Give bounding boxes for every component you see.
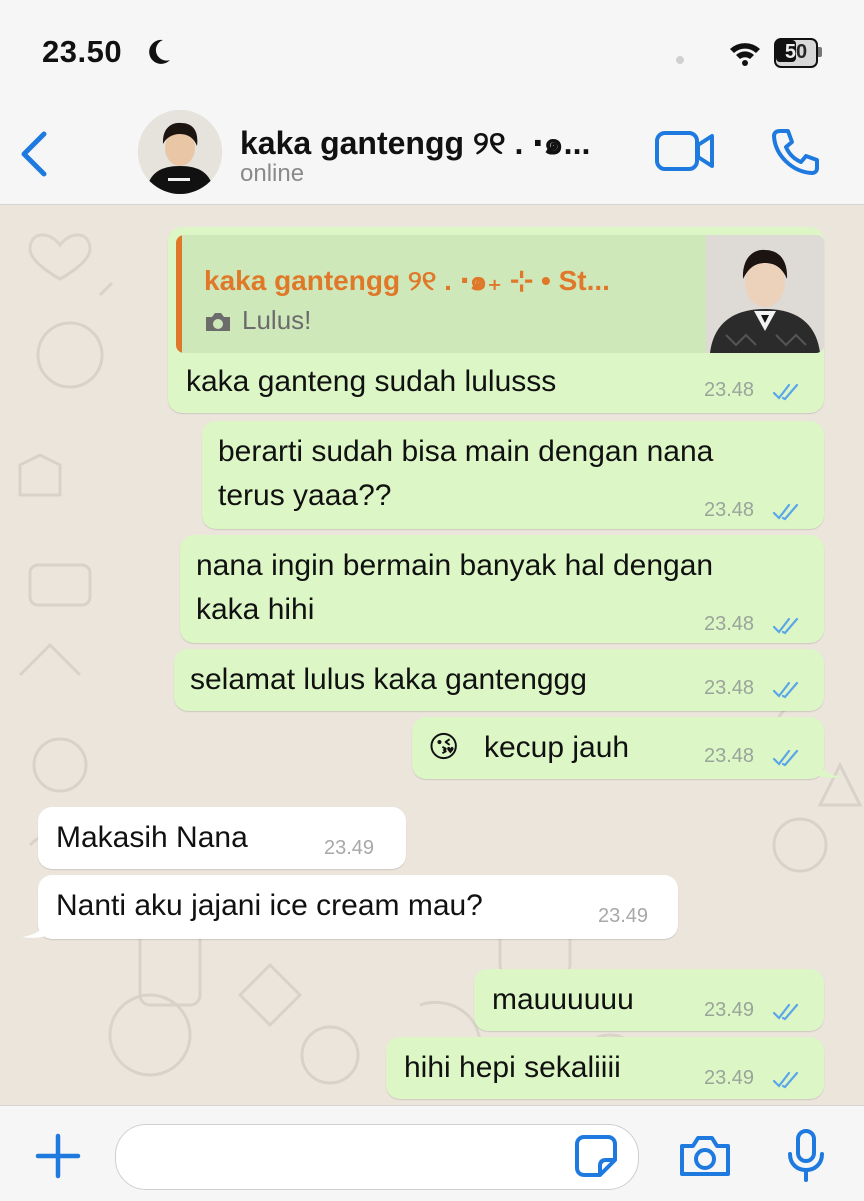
plus-icon[interactable]	[34, 1132, 82, 1180]
composer-bar	[0, 1105, 864, 1201]
message-bubble-incoming[interactable]: Nanti aku jajani ice cream mau? 23.49	[38, 875, 678, 939]
message-bubble-outgoing[interactable]: berarti sudah bisa main dengan nana teru…	[202, 421, 824, 529]
double-check-icon	[772, 1003, 799, 1021]
phone-icon[interactable]	[770, 127, 820, 177]
double-check-icon	[772, 681, 799, 699]
quoted-text: Lulus!	[242, 305, 312, 335]
double-check-icon	[772, 383, 799, 401]
video-camera-icon[interactable]	[654, 130, 716, 172]
message-text-line: nana ingin bermain banyak hal dengan	[196, 549, 714, 582]
message-text: mauuuuuu	[492, 983, 634, 1016]
camera-icon	[206, 313, 230, 331]
message-bubble-outgoing[interactable]: kaka gantengg ୨୧ . ‧๑₊ ⊹ • St... Lulus! …	[168, 227, 824, 413]
do-not-disturb-moon-icon	[149, 39, 170, 64]
battery-indicator: 50	[774, 38, 824, 68]
camera-icon[interactable]	[678, 1134, 732, 1178]
message-text: Nanti aku jajani ice cream mau?	[56, 889, 483, 922]
message-text: selamat lulus kaka gantenggg	[190, 663, 587, 696]
message-time: 23.48	[704, 677, 755, 699]
message-text: kaka ganteng sudah lulusss	[186, 365, 557, 398]
message-text-line: kaka hihi	[196, 593, 315, 626]
message-text-line: berarti sudah bisa main dengan nana	[218, 435, 714, 468]
clock: 23.50	[42, 34, 123, 69]
status-bar: 23.50 50	[0, 0, 864, 100]
chevron-left-icon[interactable]	[14, 128, 54, 180]
message-bubble-outgoing[interactable]: mauuuuuu 23.49	[474, 969, 824, 1031]
message-time: 23.48	[704, 379, 755, 401]
message-input[interactable]	[115, 1124, 639, 1190]
kiss-emoji: 😘	[428, 731, 460, 764]
message-text: Makasih Nana	[56, 821, 248, 854]
chat-area[interactable]: kaka gantengg ୨୧ . ‧๑₊ ⊹ • St... Lulus! …	[0, 205, 864, 1105]
message-text-line: terus yaaa??	[218, 479, 392, 512]
chat-header: kaka gantengg ୨୧ . ‧๑... online	[0, 100, 864, 205]
wifi-icon	[730, 43, 760, 66]
privacy-indicator	[676, 56, 684, 64]
quoted-status-reply[interactable]: kaka gantengg ୨୧ . ‧๑₊ ⊹ • St... Lulus!	[176, 235, 824, 353]
double-check-icon	[772, 503, 799, 521]
bubble-tail-incoming	[22, 915, 48, 938]
message-time: 23.48	[704, 745, 755, 767]
message-time: 23.49	[704, 1067, 755, 1089]
message-time: 23.49	[324, 837, 375, 859]
avatar-photo	[138, 110, 222, 194]
message-text: kecup jauh	[484, 731, 630, 764]
message-bubble-outgoing[interactable]: selamat lulus kaka gantenggg 23.48	[174, 649, 824, 711]
message-bubble-outgoing[interactable]: hihi hepi sekaliiii 23.49	[386, 1037, 824, 1099]
quoted-author: kaka gantengg ୨୧ . ‧๑₊ ⊹ • St...	[204, 265, 610, 296]
message-text: hihi hepi sekaliiii	[404, 1051, 621, 1084]
bubble-tail-outgoing	[816, 755, 842, 778]
message-time: 23.48	[704, 499, 755, 521]
message-bubble-outgoing[interactable]: 😘 kecup jauh 23.48	[412, 717, 824, 779]
avatar[interactable]	[138, 110, 222, 194]
sticker-icon[interactable]	[574, 1134, 618, 1178]
double-check-icon	[772, 1071, 799, 1089]
contact-status: online	[240, 160, 305, 187]
message-time: 23.48	[704, 613, 755, 635]
double-check-icon	[772, 617, 799, 635]
battery-level: 50	[784, 41, 808, 63]
message-time: 23.49	[598, 905, 649, 927]
message-bubble-outgoing[interactable]: nana ingin bermain banyak hal dengan kak…	[180, 535, 824, 643]
message-time: 23.49	[704, 999, 755, 1021]
quoted-photo-thumbnail	[706, 235, 824, 353]
message-bubble-incoming[interactable]: Makasih Nana 23.49	[38, 807, 406, 869]
double-check-icon	[772, 749, 799, 767]
microphone-icon[interactable]	[786, 1128, 826, 1184]
